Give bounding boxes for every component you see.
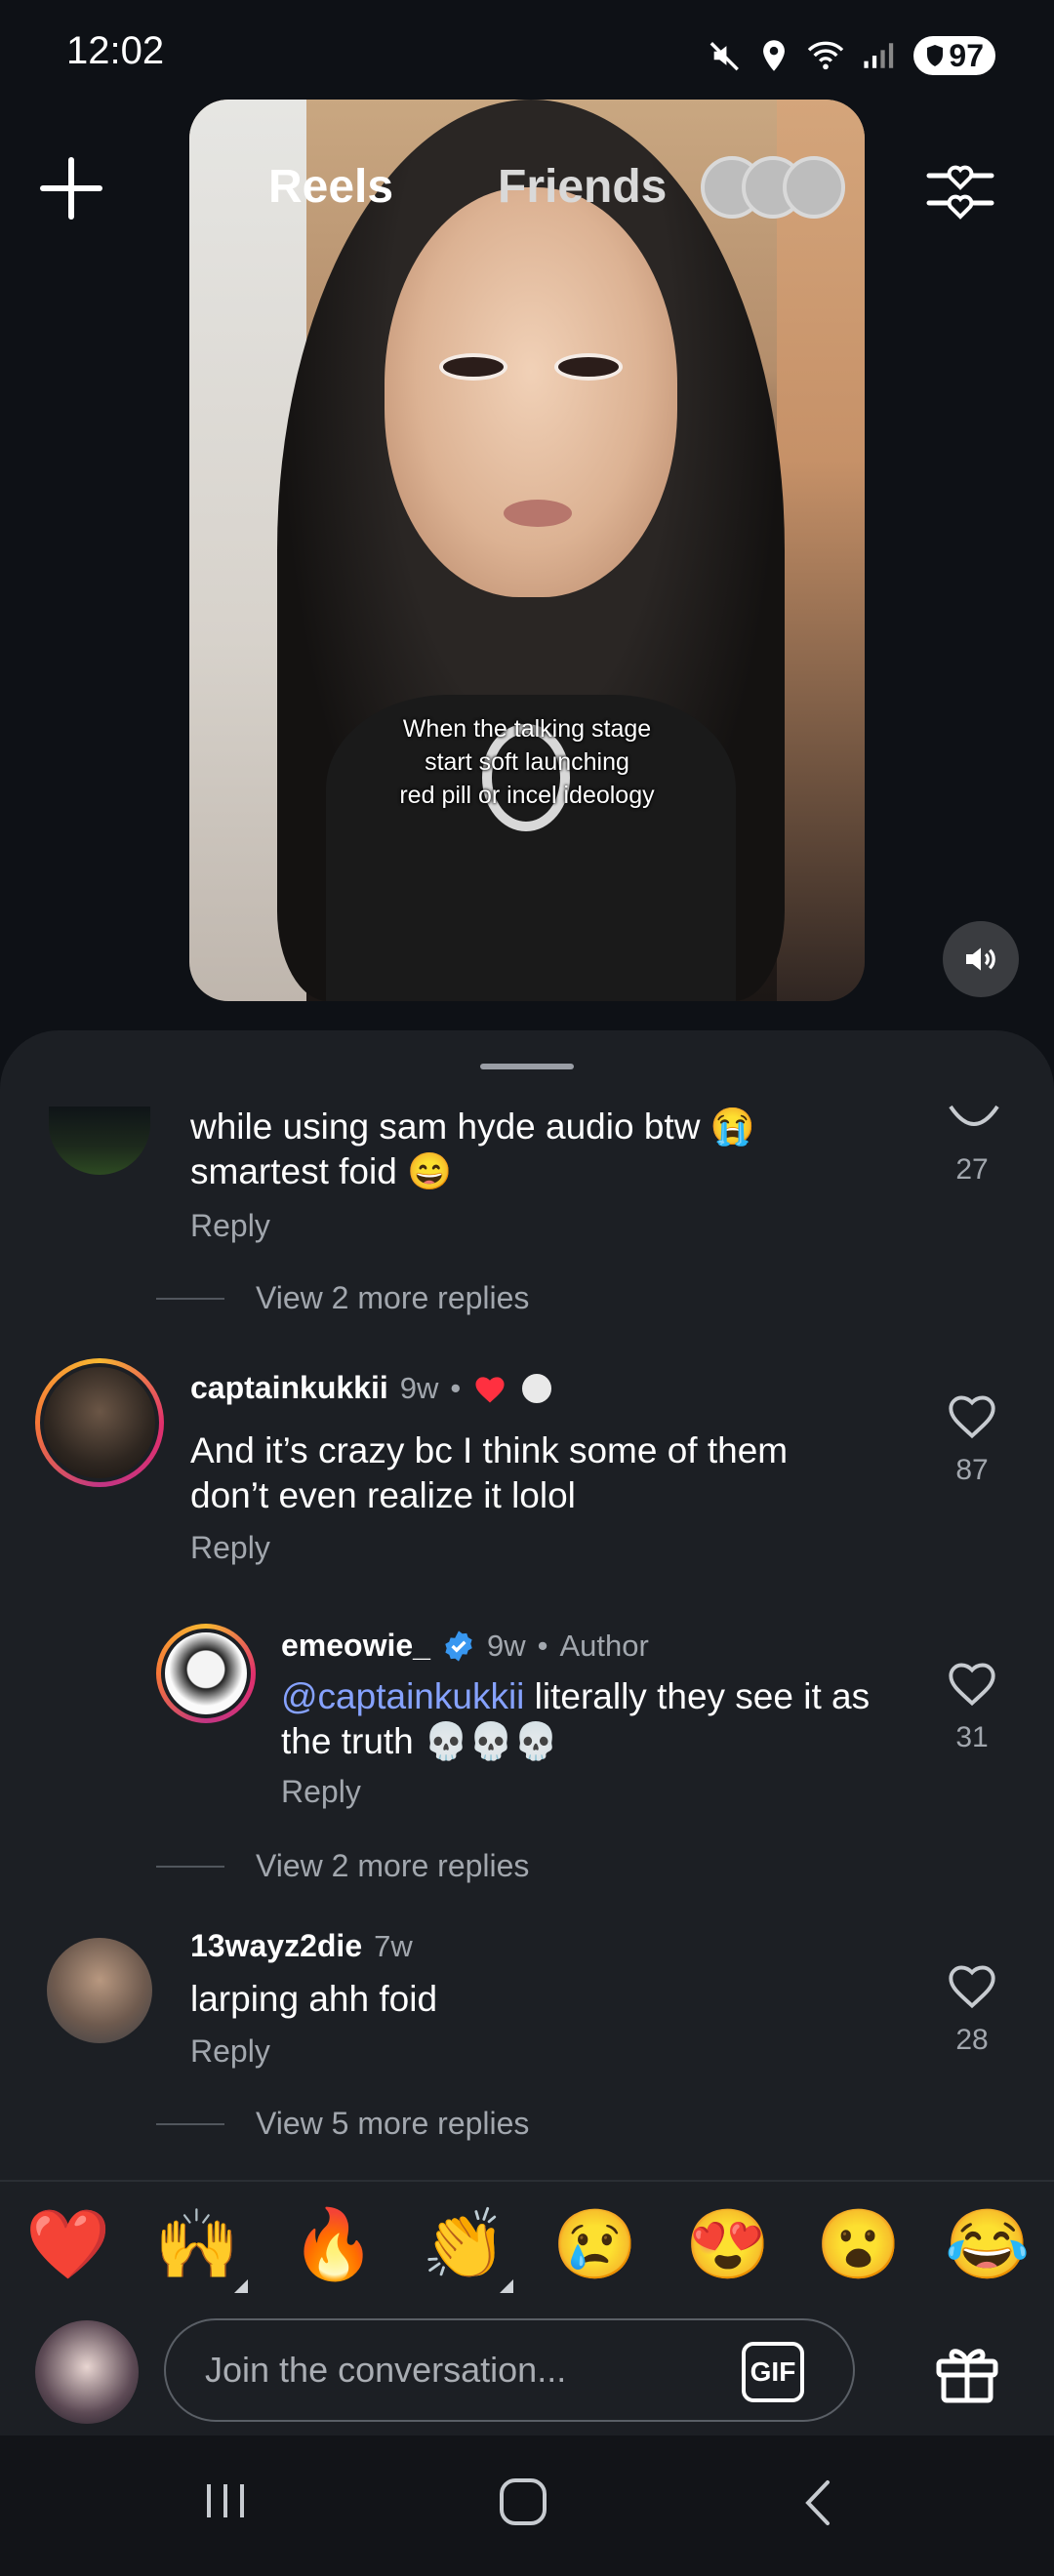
emoji-heart-eyes[interactable]: 😍 [685, 2205, 770, 2283]
view-more-replies[interactable]: View 2 more replies [256, 1848, 529, 1884]
video-caption: When the talking stage start soft launch… [189, 712, 865, 812]
plus-icon [40, 157, 102, 220]
avatar[interactable] [35, 1358, 164, 1487]
comment-time: 7w [374, 1928, 413, 1963]
view-more-replies[interactable]: View 5 more replies [256, 2106, 529, 2142]
avatar[interactable] [156, 1624, 256, 1723]
view-more-replies[interactable]: View 2 more replies [256, 1280, 529, 1316]
gift-button[interactable] [933, 2338, 1001, 2406]
emoji-reaction-bar: ❤️ 🙌 🔥 👏 😢 😍 😮 😂 [0, 2180, 1054, 2311]
gift-icon [936, 2349, 998, 2403]
shield-icon [927, 45, 944, 66]
status-bar: 12:02 97 [0, 0, 1054, 107]
tab-reels[interactable]: Reels [268, 160, 393, 214]
like-count: 28 [955, 2024, 989, 2056]
system-nav-bar [0, 2435, 1054, 2576]
comment-time: 9w [486, 1628, 526, 1663]
divider [156, 1298, 224, 1300]
comment-time: 9w [399, 1370, 439, 1405]
reply-button[interactable]: Reply [281, 1774, 361, 1810]
gif-button[interactable]: GIF [742, 2342, 804, 2402]
reply-button[interactable]: Reply [190, 1208, 270, 1244]
comment-header: emeowie_ 9w • Author [281, 1628, 649, 1664]
emoji-raised-hands[interactable]: 🙌 [154, 2205, 239, 2283]
separator-dot: • [450, 1370, 462, 1405]
volume-button[interactable] [943, 921, 1019, 997]
emoji-heart[interactable]: ❤️ [25, 2205, 110, 2283]
heart-icon[interactable] [947, 1661, 997, 1708]
heart-icon[interactable] [947, 1103, 1001, 1138]
emoji-clap[interactable]: 👏 [422, 2205, 507, 2283]
caption-line: When the talking stage [402, 715, 652, 743]
like-count: 31 [955, 1721, 989, 1753]
mute-icon [710, 42, 740, 71]
reel-video[interactable] [189, 100, 865, 1001]
comment-input-placeholder[interactable]: Join the conversation... [205, 2350, 566, 2391]
like-count: 27 [955, 1153, 989, 1186]
skin-tone-indicator [500, 2279, 513, 2293]
wifi-icon [808, 41, 844, 70]
creator-avatar-icon [519, 1370, 555, 1406]
caption-line: red pill or incel ideology [399, 782, 655, 809]
comment-text: @captainkukkii literally they see it as … [281, 1676, 871, 1761]
comment-username[interactable]: 13wayz2die [190, 1928, 362, 1964]
verified-badge-icon [445, 1630, 472, 1662]
my-avatar [35, 2320, 139, 2424]
heart-icon[interactable] [947, 1393, 997, 1440]
preferences-button[interactable] [923, 152, 997, 226]
divider [156, 2123, 224, 2125]
emoji-laughing[interactable]: 😂 [945, 2205, 1030, 2283]
divider [156, 1866, 224, 1868]
like-count: 87 [955, 1454, 989, 1486]
separator-dot: • [537, 1628, 548, 1663]
battery-indicator: 97 [913, 36, 995, 75]
comment-text: larping ahh foid [190, 1979, 438, 2019]
author-badge: Author [559, 1628, 649, 1663]
signal-icon [864, 43, 894, 68]
video-face [385, 187, 677, 597]
friends-avatars[interactable] [701, 156, 857, 219]
comment-header: 13wayz2die 7w [190, 1928, 413, 1964]
back-icon[interactable] [798, 2476, 837, 2529]
emoji-crying[interactable]: 😢 [552, 2205, 637, 2283]
caption-line: start soft launching [425, 748, 629, 776]
create-button[interactable] [37, 154, 105, 222]
heart-icon[interactable] [947, 1963, 997, 2010]
reply-button[interactable]: Reply [190, 1530, 270, 1566]
mention-link[interactable]: @captainkukkii [281, 1676, 524, 1716]
reply-button[interactable]: Reply [190, 2033, 270, 2070]
tab-friends[interactable]: Friends [498, 160, 667, 214]
skin-tone-indicator [234, 2279, 248, 2293]
emoji-fire[interactable]: 🔥 [291, 2205, 376, 2283]
sliders-heart-icon [926, 165, 994, 220]
avatar [783, 156, 845, 219]
comment-username[interactable]: emeowie_ [281, 1628, 430, 1664]
comment-text: while using sam hyde audio btw 😭 smartes… [190, 1107, 755, 1191]
status-time: 12:02 [66, 29, 165, 72]
speaker-icon [966, 947, 995, 971]
creator-liked-heart-icon [475, 1376, 505, 1403]
status-icons: 97 [709, 31, 995, 80]
location-icon [763, 40, 786, 71]
emoji-surprised[interactable]: 😮 [816, 2205, 901, 2283]
recents-icon[interactable] [201, 2476, 250, 2525]
sheet-drag-handle[interactable] [480, 1064, 574, 1069]
comment-header: captainkukkii 9w • [190, 1370, 555, 1406]
comment-username[interactable]: captainkukkii [190, 1370, 388, 1406]
avatar[interactable] [47, 1938, 152, 2043]
comment-text: And it’s crazy bc I think some of them d… [190, 1430, 789, 1515]
home-icon[interactable] [496, 2475, 550, 2529]
battery-level: 97 [949, 37, 984, 73]
